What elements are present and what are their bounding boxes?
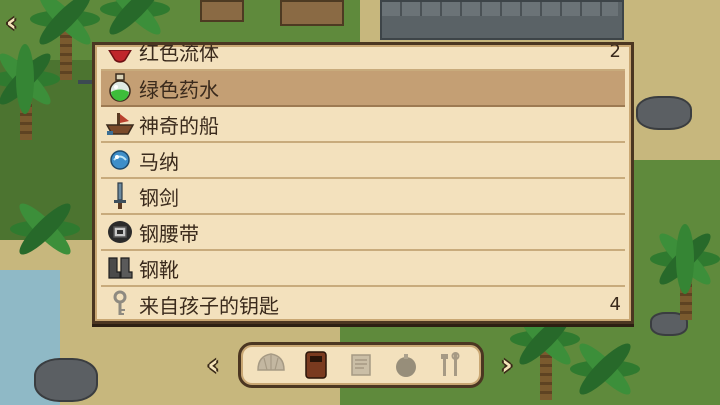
mana-orb-icon <box>105 145 135 175</box>
steel-boots-icon <box>105 253 135 283</box>
palm-tree <box>0 190 90 280</box>
inventory-row-mana[interactable]: 马纳 <box>101 143 625 179</box>
inventory-panel: 红色流体 2 绿色药水 神奇的船 马纳 钢剑 钢腰带 钢靴 来自孩子的钥匙 4 <box>92 42 634 324</box>
item-name: 来自孩子的钥匙 <box>139 293 279 318</box>
inventory-row-red-fluid[interactable]: 红色流体 2 <box>101 45 625 71</box>
item-name: 钢靴 <box>139 257 179 282</box>
item-name: 钢腰带 <box>139 221 199 246</box>
inventory-row-green-potion[interactable]: 绿色药水 <box>101 71 625 107</box>
inventory-list: 红色流体 2 绿色药水 神奇的船 马纳 钢剑 钢腰带 钢靴 来自孩子的钥匙 4 <box>101 45 625 321</box>
magic-boat-icon <box>105 109 135 139</box>
item-name: 绿色药水 <box>139 77 219 102</box>
palm-tree <box>640 220 720 320</box>
back-button[interactable]: ‹ <box>6 10 32 36</box>
inventory-row-steel-sword[interactable]: 钢剑 <box>101 179 625 215</box>
palm-tree <box>560 330 650 405</box>
steel-sword-icon <box>105 181 135 211</box>
scroll-icon[interactable] <box>344 348 378 382</box>
stone-wall-bricks <box>382 2 618 16</box>
armor-icon[interactable] <box>299 348 333 382</box>
rock-pile <box>34 358 98 402</box>
rock-pile <box>636 96 692 130</box>
item-quantity: 2 <box>609 42 621 62</box>
item-name: 钢剑 <box>139 185 179 210</box>
item-name: 红色流体 <box>139 42 219 65</box>
red-fluid-icon <box>105 45 135 72</box>
steel-belt-icon <box>105 217 135 247</box>
next-category-button[interactable]: › <box>496 351 518 379</box>
key-icon <box>105 289 135 319</box>
prev-category-button[interactable]: ‹ <box>202 351 224 379</box>
inventory-row-child-key[interactable]: 来自孩子的钥匙 4 <box>101 287 625 321</box>
shell-icon[interactable] <box>254 348 288 382</box>
inventory-row-magic-boat[interactable]: 神奇的船 <box>101 107 625 143</box>
item-quantity: 4 <box>609 293 621 315</box>
tools-icon[interactable] <box>434 348 468 382</box>
inventory-row-steel-boots[interactable]: 钢靴 <box>101 251 625 287</box>
item-name: 神奇的船 <box>139 113 219 138</box>
green-potion-icon <box>105 73 135 103</box>
inventory-row-steel-belt[interactable]: 钢腰带 <box>101 215 625 251</box>
category-bar <box>238 342 484 388</box>
bomb-icon[interactable] <box>389 348 423 382</box>
supply-crates <box>280 0 344 26</box>
item-name: 马纳 <box>139 149 179 174</box>
barrel <box>200 0 244 22</box>
